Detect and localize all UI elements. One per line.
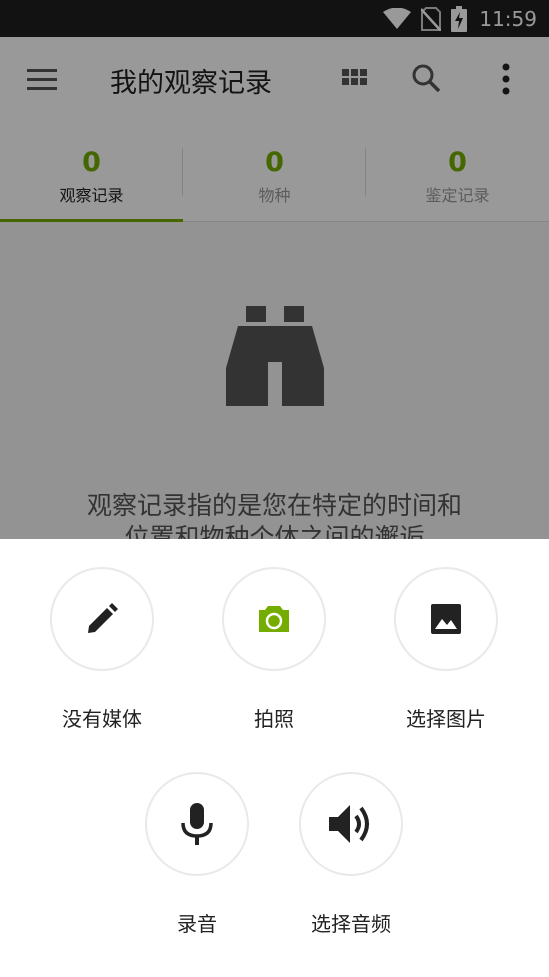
modal-scrim[interactable] (0, 0, 549, 539)
choose-audio-button[interactable] (299, 772, 403, 876)
choose-image-button[interactable] (394, 567, 498, 671)
take-photo-option[interactable]: 拍照 (199, 567, 349, 732)
camera-icon (259, 606, 289, 632)
choose-image-label: 选择图片 (406, 707, 486, 731)
add-observation-sheet: 没有媒体 拍照 选择图片 录音 选择音频 (0, 539, 549, 977)
choose-image-option[interactable]: 选择图片 (371, 567, 521, 732)
take-photo-button[interactable] (222, 567, 326, 671)
microphone-icon (181, 803, 213, 845)
volume-icon (329, 805, 369, 843)
image-icon (431, 604, 461, 634)
choose-audio-label: 选择音频 (311, 912, 391, 936)
record-audio-button[interactable] (145, 772, 249, 876)
pencil-icon (88, 603, 118, 633)
choose-audio-option[interactable]: 选择音频 (276, 772, 426, 937)
take-photo-label: 拍照 (254, 707, 294, 731)
no-media-option[interactable]: 没有媒体 (27, 567, 177, 732)
no-media-button[interactable] (50, 567, 154, 671)
record-audio-option[interactable]: 录音 (122, 772, 272, 937)
no-media-label: 没有媒体 (62, 707, 142, 731)
record-audio-label: 录音 (177, 912, 217, 936)
